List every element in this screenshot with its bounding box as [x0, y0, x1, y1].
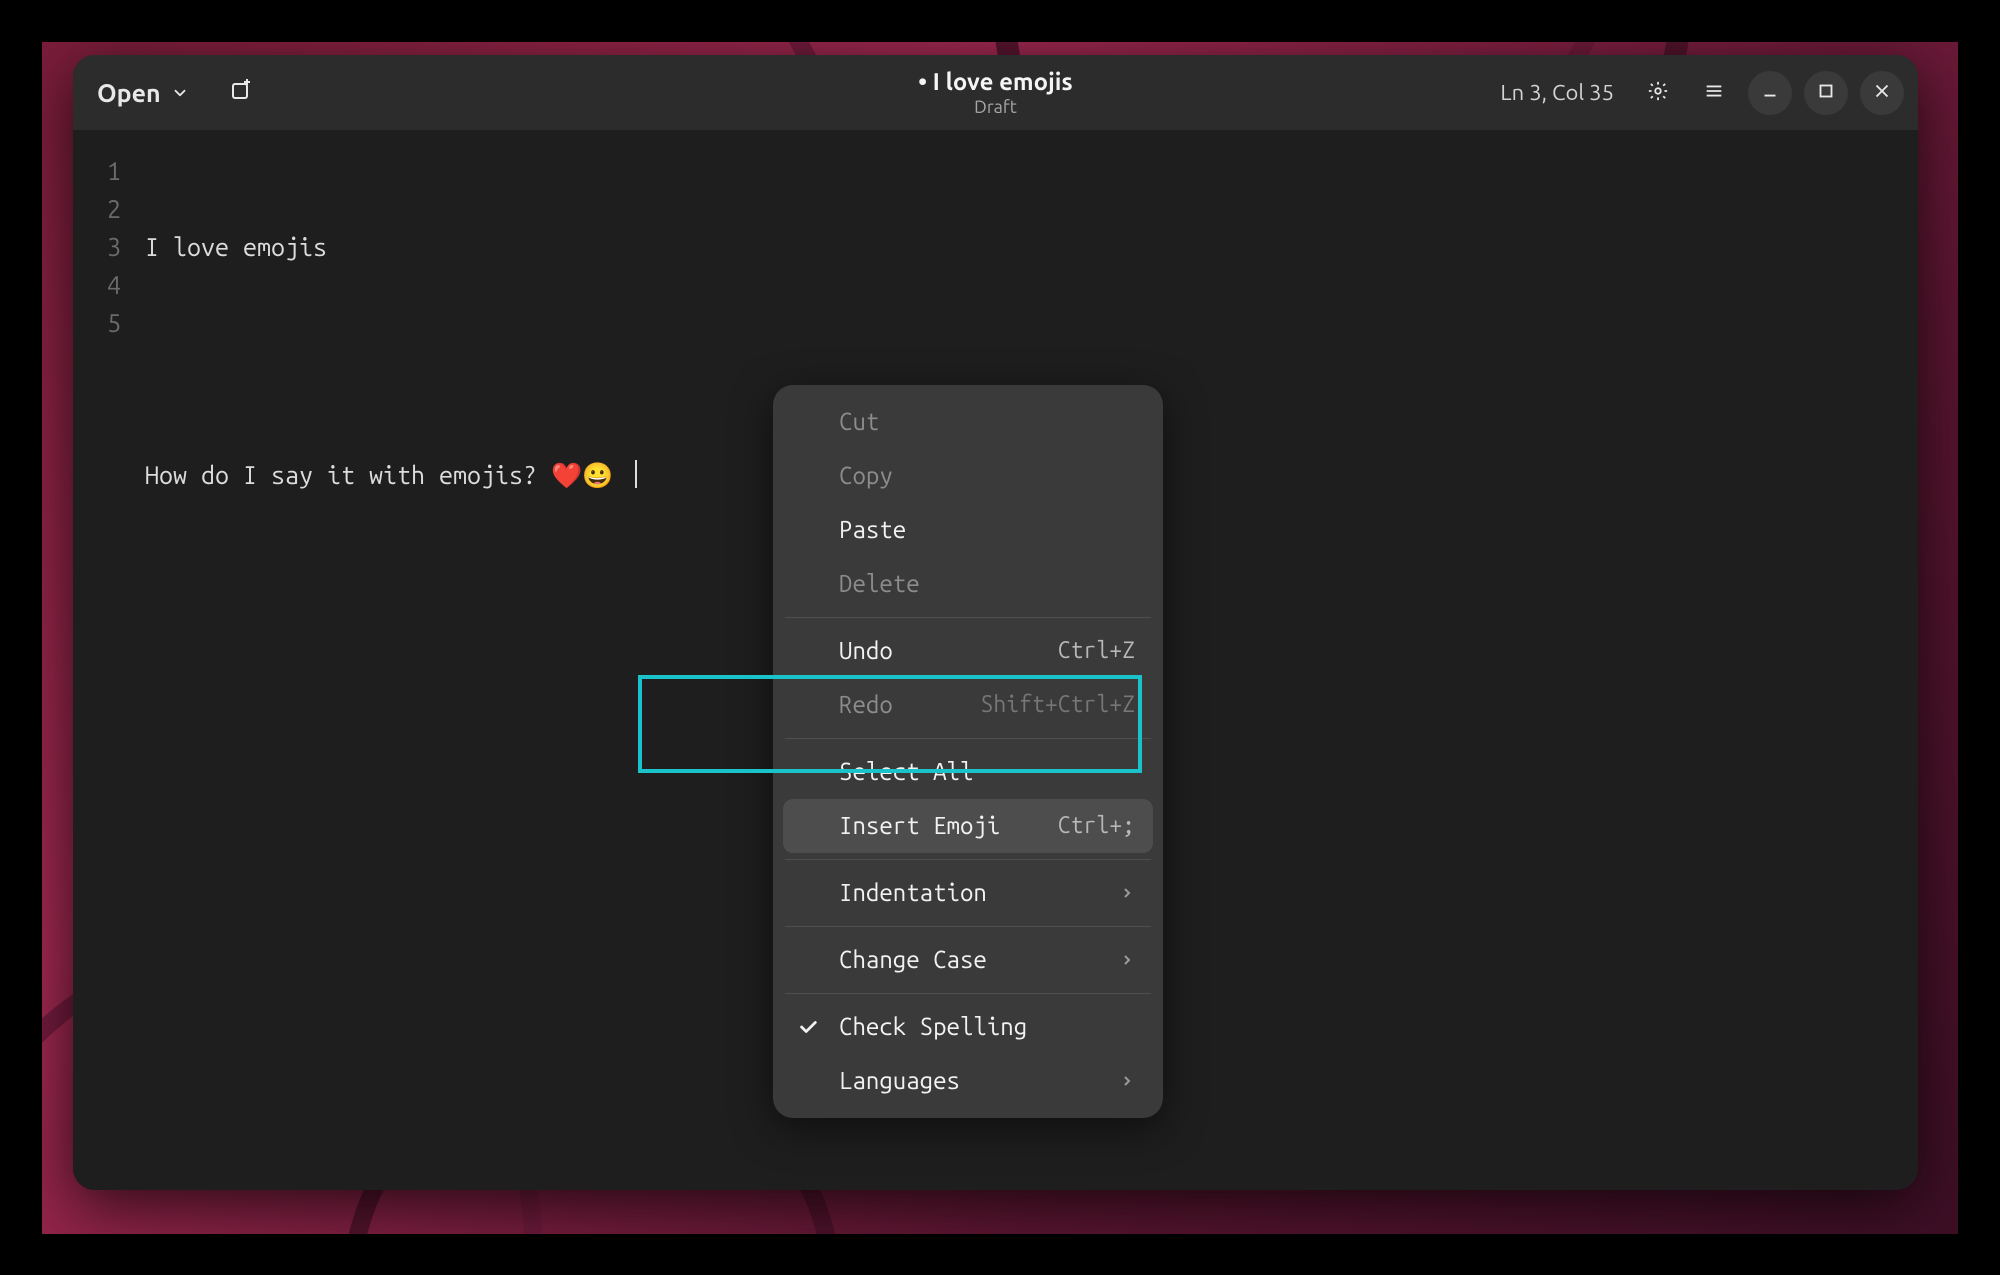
- menu-copy: Copy: [773, 449, 1163, 503]
- close-icon: [1871, 80, 1893, 106]
- line-number-gutter: 1 2 3 4 5: [73, 130, 135, 1190]
- menu-redo-accel: Shift+Ctrl+Z: [980, 686, 1135, 724]
- menu-languages[interactable]: Languages: [773, 1054, 1163, 1108]
- menu-separator: [785, 738, 1151, 739]
- menu-delete: Delete: [773, 557, 1163, 611]
- cursor-position-status[interactable]: Ln 3, Col 35: [1500, 80, 1614, 105]
- menu-separator: [785, 617, 1151, 618]
- menu-paste[interactable]: Paste: [773, 503, 1163, 557]
- chevron-right-icon: [1119, 874, 1135, 912]
- maximize-icon: [1815, 80, 1837, 106]
- check-icon: [795, 1014, 821, 1040]
- line-number: 5: [73, 304, 121, 342]
- chevron-right-icon: [1119, 1062, 1135, 1100]
- menu-indentation[interactable]: Indentation: [773, 866, 1163, 920]
- menu-separator: [785, 859, 1151, 860]
- hamburger-menu-icon: [1703, 80, 1725, 106]
- text-cursor: [635, 460, 637, 488]
- chevron-right-icon: [1119, 941, 1135, 979]
- menu-select-all[interactable]: Select All: [773, 745, 1163, 799]
- code-line: I love emojis: [145, 228, 1918, 266]
- line-number: 2: [73, 190, 121, 228]
- hamburger-menu-button[interactable]: [1692, 71, 1736, 115]
- new-tab-icon: [229, 79, 253, 107]
- settings-gear-icon: [1647, 80, 1669, 106]
- menu-insert-emoji[interactable]: Insert Emoji Ctrl+;: [783, 799, 1153, 853]
- context-menu: Cut Copy Paste Delete Undo Ctrl+Z Redo S…: [773, 385, 1163, 1118]
- menu-separator: [785, 993, 1151, 994]
- menu-redo: Redo Shift+Ctrl+Z: [773, 678, 1163, 732]
- menu-undo[interactable]: Undo Ctrl+Z: [773, 624, 1163, 678]
- open-button[interactable]: Open: [87, 71, 199, 115]
- menu-separator: [785, 926, 1151, 927]
- editor-area[interactable]: 1 2 3 4 5 I love emojis How do I say it …: [73, 130, 1918, 1190]
- window-title: I love emojis: [933, 68, 1073, 95]
- menu-change-case[interactable]: Change Case: [773, 933, 1163, 987]
- new-tab-button[interactable]: [221, 73, 261, 113]
- line-number: 3: [73, 228, 121, 266]
- menu-cut: Cut: [773, 395, 1163, 449]
- headerbar: Open • I love emojis Draft: [73, 55, 1918, 130]
- close-button[interactable]: [1860, 71, 1904, 115]
- text-editor-window: Open • I love emojis Draft: [73, 55, 1918, 1190]
- menu-check-spelling[interactable]: Check Spelling: [773, 1000, 1163, 1054]
- menu-insert-emoji-accel: Ctrl+;: [1058, 807, 1135, 845]
- minimize-icon: [1759, 80, 1781, 106]
- settings-button[interactable]: [1636, 71, 1680, 115]
- chevron-down-icon: [171, 79, 189, 107]
- menu-undo-accel: Ctrl+Z: [1058, 632, 1135, 670]
- code-line: [145, 342, 1918, 380]
- minimize-button[interactable]: [1748, 71, 1792, 115]
- line-number: 4: [73, 266, 121, 304]
- line-number: 1: [73, 152, 121, 190]
- maximize-button[interactable]: [1804, 71, 1848, 115]
- title-modified-dot: •: [918, 68, 932, 95]
- open-button-label: Open: [97, 79, 161, 107]
